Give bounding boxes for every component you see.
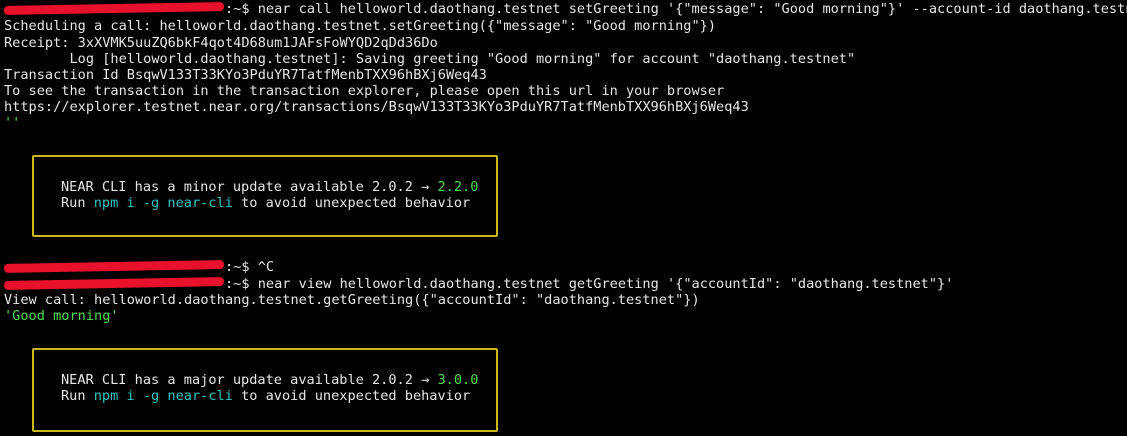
output-line: Transaction Id BsqwV133T33KYo3PduYR7Tatf…: [4, 67, 487, 83]
update-message: NEAR CLI has a major update available 2.…: [61, 372, 478, 388]
command: ^C: [249, 259, 275, 275]
command: near view helloworld.daothang.testnet ge…: [249, 276, 954, 292]
run-suffix: to avoid unexpected behavior: [232, 195, 471, 211]
run-text: Run: [61, 195, 94, 211]
prompt-line: :~$ ^C: [225, 259, 274, 275]
update-instruction: Run npm i -g near-cli to avoid unexpecte…: [61, 195, 470, 211]
output-line: To see the transaction in the transactio…: [4, 83, 725, 99]
output-line: Log [helloworld.daothang.testnet]: Savin…: [4, 51, 856, 67]
new-version: 2.2.0: [437, 179, 479, 195]
output-line: '': [4, 115, 21, 131]
redacted-username: [3, 260, 225, 273]
npm-command: npm i -g near-cli: [93, 388, 233, 404]
update-message: NEAR CLI has a minor update available 2.…: [61, 179, 478, 195]
prompt: :~$: [225, 259, 250, 275]
output-line: Scheduling a call: helloworld.daothang.t…: [4, 18, 717, 34]
update-notice-box: NEAR CLI has a minor update available 2.…: [32, 155, 498, 237]
run-text: Run: [61, 388, 94, 404]
update-text: NEAR CLI has a major update available 2.…: [61, 372, 438, 388]
prompt: :~$: [225, 1, 250, 17]
run-suffix: to avoid unexpected behavior: [232, 388, 471, 404]
output-line: Receipt: 3xXVMK5uuZQ6bkF4qot4D68um1JAFsF…: [4, 35, 438, 51]
prompt: :~$: [225, 276, 250, 292]
output-line: 'Good morning': [4, 308, 119, 324]
npm-command: npm i -g near-cli: [93, 195, 233, 211]
prompt-line: :~$ near call helloworld.daothang.testne…: [225, 1, 1127, 17]
update-instruction: Run npm i -g near-cli to avoid unexpecte…: [61, 388, 470, 404]
new-version: 3.0.0: [437, 372, 479, 388]
explorer-link[interactable]: https://explorer.testnet.near.org/transa…: [4, 99, 749, 115]
redacted-username: [3, 2, 225, 15]
command: near call helloworld.daothang.testnet se…: [249, 1, 1127, 17]
output-line: View call: helloworld.daothang.testnet.g…: [4, 292, 700, 308]
prompt-line: :~$ near view helloworld.daothang.testne…: [225, 276, 953, 292]
update-text: NEAR CLI has a minor update available 2.…: [61, 179, 438, 195]
redacted-username: [3, 277, 225, 290]
update-notice-box: NEAR CLI has a major update available 2.…: [32, 348, 498, 432]
